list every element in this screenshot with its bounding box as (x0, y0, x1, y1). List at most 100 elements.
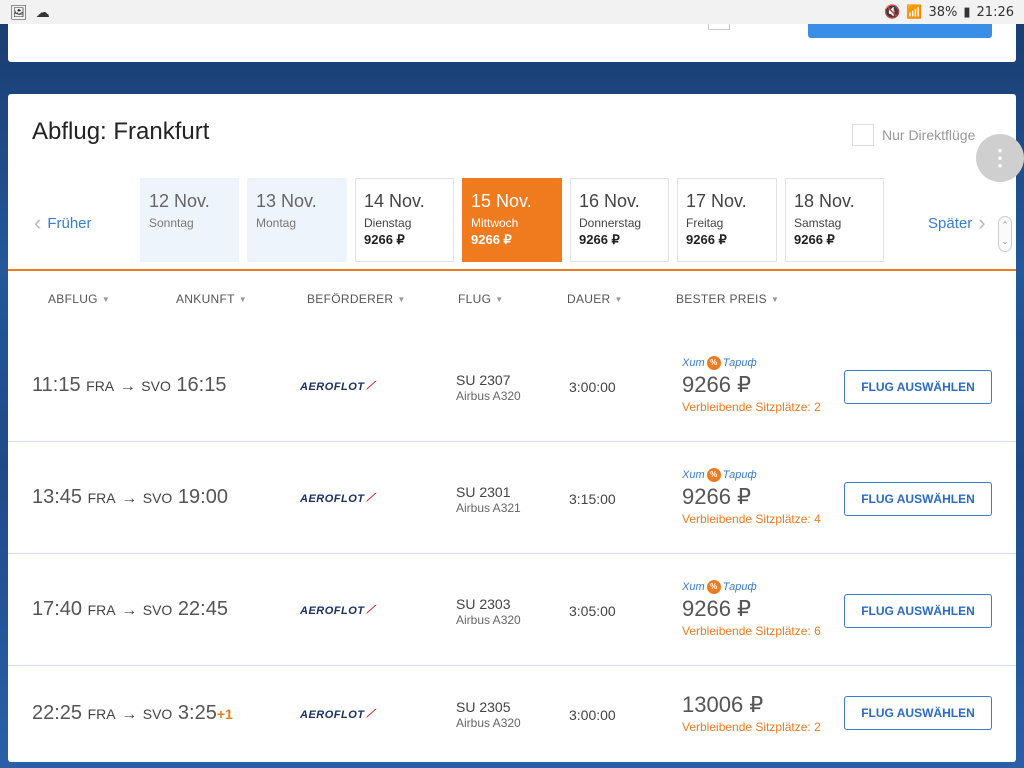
select-flight-button[interactable]: FLUG AUSWÄHLEN (844, 594, 992, 628)
flight-number: SU 2303 Airbus A320 (456, 596, 521, 627)
battery-level: 38% (928, 4, 958, 20)
weekday-label: Donnerstag (579, 216, 642, 230)
results-card: Abflug: Frankfurt Nur Direktflüge ‹ Früh… (8, 94, 1016, 762)
caret-down-icon: ▼ (238, 294, 247, 304)
weekday-label: Samstag (794, 216, 842, 230)
date-price: 9266 ₽ (471, 232, 512, 247)
flight-number: SU 2307 Airbus A320 (456, 372, 521, 403)
flight-price: Хит% Тариф 9266 ₽ Verbleibende Sitzplätze… (682, 468, 821, 526)
flight-duration: 3:05:00 (569, 603, 616, 619)
scroll-handle[interactable]: ⌃ ⌄ (998, 216, 1012, 252)
wifi-icon: 📶 (906, 4, 923, 20)
earlier-label: Früher (47, 214, 92, 232)
caret-down-icon: ▼ (397, 294, 406, 304)
hit-tariff-badge: Хит% Тариф (682, 356, 757, 370)
column-label: ABFLUG (48, 292, 98, 306)
cloud-icon: ☁ (35, 3, 50, 20)
column-label: ANKUNFT (176, 292, 235, 306)
direct-only-toggle[interactable]: Nur Direktflüge (852, 124, 975, 146)
date-label: 13 Nov. (256, 191, 317, 211)
sort-carrier[interactable]: BEFÖRDERER ▼ (307, 292, 406, 306)
earlier-button[interactable]: ‹ Früher (34, 212, 92, 234)
flight-duration: 3:00:00 (569, 707, 616, 723)
caret-down-icon: ▼ (101, 294, 111, 304)
more-vert-icon: ⋮ (989, 145, 1011, 170)
flight-row: 13:45 FRA → SVO 19:00 AEROFLOT ⟋ SU 2301 … (8, 442, 1016, 554)
date-price: 9266 ₽ (794, 232, 835, 247)
weekday-label: Freitag (686, 216, 724, 230)
date-price: 9266 ₽ (686, 232, 727, 247)
caret-down-icon: ▼ (770, 294, 780, 304)
sort-best-price[interactable]: BESTER PREIS ▼ (676, 292, 779, 306)
status-bar: 🖼 ☁ 🔇 📶 38% ▮ 21:26 (0, 0, 1024, 24)
sort-arrival[interactable]: ANKUNFT ▼ (176, 292, 247, 306)
aeroflot-logo: AEROFLOT ⟋ (300, 380, 375, 393)
flight-number: SU 2305 Airbus A320 (456, 699, 521, 730)
more-options-button[interactable]: ⋮ (976, 134, 1024, 182)
date-price: 9266 ₽ (364, 232, 405, 247)
later-label: Später (928, 214, 973, 232)
clock: 21:26 (976, 4, 1014, 20)
date-label: 17 Nov. (686, 191, 747, 211)
sort-flight[interactable]: FLUG ▼ (458, 292, 503, 306)
select-flight-button[interactable]: FLUG AUSWÄHLEN (844, 696, 992, 730)
date-label: 18 Nov. (794, 191, 855, 211)
column-label: FLUG (458, 292, 492, 306)
search-form-card (8, 24, 1016, 62)
weekday-label: Dienstag (364, 216, 412, 230)
date-tab[interactable]: 17 Nov. Freitag 9266 ₽ (677, 178, 777, 262)
flight-duration: 3:00:00 (569, 379, 616, 395)
date-price: 9266 ₽ (579, 232, 620, 247)
battery-icon: ▮ (963, 4, 971, 20)
flight-row: 17:40 FRA → SVO 22:45 AEROFLOT ⟋ SU 2303 … (8, 554, 1016, 666)
flight-row: 22:25 FRA → SVO 3:25+1 AEROFLOT ⟋ SU 2305… (8, 666, 1016, 762)
weekday-label: Sonntag (149, 216, 194, 230)
date-tab[interactable]: 16 Nov. Donnerstag 9266 ₽ (570, 178, 669, 262)
date-tab[interactable]: 14 Nov. Dienstag 9266 ₽ (355, 178, 454, 262)
hit-tariff-badge: Хит% Тариф (682, 580, 757, 594)
column-label: BESTER PREIS (676, 292, 767, 306)
date-tab[interactable]: 13 Nov. Montag (247, 178, 347, 262)
column-label: DAUER (567, 292, 611, 306)
direct-only-checkbox[interactable] (852, 124, 874, 146)
flight-price: Хит% Тариф 9266 ₽ Verbleibende Sitzplätze… (682, 580, 821, 638)
weekday-label: Mittwoch (471, 216, 519, 230)
flight-price: 13006 ₽ Verbleibende Sitzplätze: 2 (682, 692, 821, 734)
flight-row: 11:15 FRA → SVO 16:15 AEROFLOT ⟋ SU 2307 … (8, 330, 1016, 442)
later-button[interactable]: Später › (928, 212, 986, 234)
top-checkbox[interactable] (708, 24, 730, 30)
percent-icon: % (706, 356, 721, 370)
image-icon: 🖼 (10, 3, 28, 20)
page-title: Abflug: Frankfurt (32, 118, 210, 145)
flight-times: 13:45 FRA → SVO 19:00 (32, 486, 228, 508)
date-tab-selected[interactable]: 15 Nov. Mittwoch 9266 ₽ (462, 178, 562, 262)
percent-icon: % (706, 580, 721, 594)
chevron-left-icon: ‹ (34, 210, 42, 235)
flight-number: SU 2301 Airbus A321 (456, 484, 521, 515)
flight-times: 11:15 FRA → SVO 16:15 (32, 374, 227, 396)
select-flight-button[interactable]: FLUG AUSWÄHLEN (844, 482, 992, 516)
date-label: 15 Nov. (471, 191, 532, 211)
caret-down-icon: ▼ (495, 294, 504, 304)
date-tab[interactable]: 18 Nov. Samstag 9266 ₽ (785, 178, 884, 262)
flight-price: Хит% Тариф 9266 ₽ Verbleibende Sitzplätze… (682, 356, 821, 414)
aeroflot-logo: AEROFLOT ⟋ (300, 604, 375, 617)
chevron-right-icon: › (978, 210, 986, 235)
column-label: BEFÖRDERER (307, 292, 394, 306)
weekday-label: Montag (256, 216, 297, 230)
percent-icon: % (706, 468, 721, 482)
hit-tariff-badge: Хит% Тариф (682, 468, 757, 482)
divider (8, 269, 1016, 271)
search-button[interactable] (808, 24, 992, 38)
mute-icon: 🔇 (884, 4, 901, 20)
sort-departure[interactable]: ABFLUG ▼ (48, 292, 110, 306)
date-label: 12 Nov. (149, 191, 210, 211)
aeroflot-logo: AEROFLOT ⟋ (300, 492, 375, 505)
flight-duration: 3:15:00 (569, 491, 616, 507)
select-flight-button[interactable]: FLUG AUSWÄHLEN (844, 370, 992, 404)
sort-duration[interactable]: DAUER ▼ (567, 292, 623, 306)
aeroflot-logo: AEROFLOT ⟋ (300, 708, 375, 721)
date-tab[interactable]: 12 Nov. Sonntag (140, 178, 239, 262)
flight-times: 17:40 FRA → SVO 22:45 (32, 598, 228, 620)
flight-times: 22:25 FRA → SVO 3:25+1 (32, 702, 233, 724)
